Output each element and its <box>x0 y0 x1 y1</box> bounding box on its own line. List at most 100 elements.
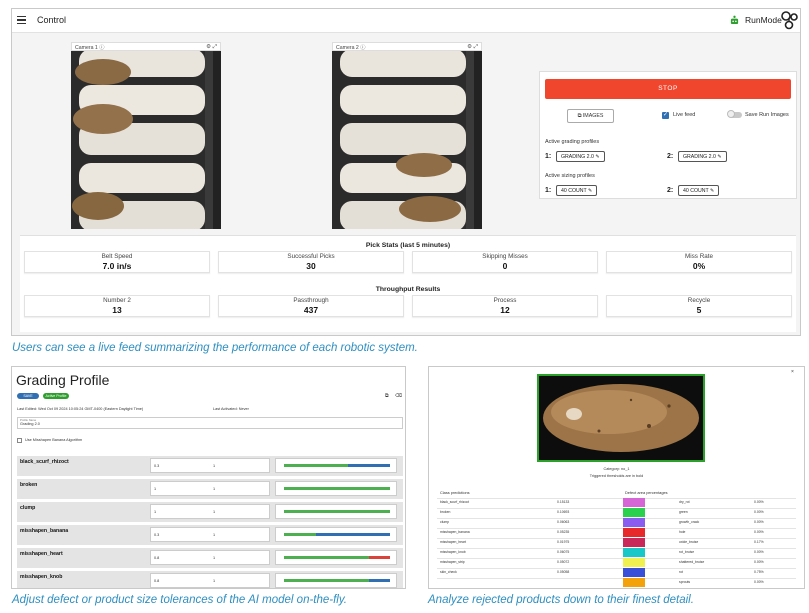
class-score: 0.05235 <box>557 530 570 534</box>
triggered-line: Triggered thresholds are in bold <box>589 474 644 478</box>
stat-skipping-misses: Skipping Misses 0 <box>412 251 598 273</box>
live-feed-label: Live feed <box>673 112 696 118</box>
defect-area-value: 0.00% <box>754 520 764 524</box>
class-score: 0.06063 <box>557 520 570 524</box>
max-threshold-field[interactable]: 1 <box>210 527 270 542</box>
max-threshold-field[interactable]: 1 <box>210 481 270 496</box>
sizing-slot-2-num: 2: <box>667 187 674 194</box>
max-threshold-field[interactable]: 1 <box>210 504 270 519</box>
defect-area-name: dry_rot <box>679 500 690 504</box>
class-score: 0.15133 <box>557 500 570 504</box>
sizing-heading: Active sizing profiles <box>545 173 595 179</box>
class-name: skin_check <box>440 570 457 574</box>
class-name: misshapen_heart <box>440 540 467 544</box>
defect-row: broken 1 1 <box>17 479 403 499</box>
grading-slot-2-button[interactable]: GRADING 2.0 ✎ <box>678 151 727 162</box>
defect-area-name: rot_bruise <box>679 550 695 554</box>
tolerance-bar-red <box>368 556 390 559</box>
defect-row: misshapen_knob 0.8 1 <box>17 571 403 588</box>
banana-algorithm-label: Use Misshapen Banana Algorithm <box>25 438 83 442</box>
tolerance-bar-green <box>284 464 348 467</box>
stat-number-2: Number 2 13 <box>24 295 210 317</box>
settings-icon[interactable]: ⚙ <box>206 44 211 50</box>
defect-name: clump <box>20 505 36 511</box>
images-button[interactable]: ⧉ IMAGES <box>567 109 614 123</box>
sizing-slot-1-num: 1: <box>545 187 552 194</box>
grading-slot-1-button[interactable]: GRADING 2.0 ✎ <box>556 151 605 162</box>
app-bar: Control RunMode <box>12 9 800 33</box>
class-score: 0.01975 <box>557 540 570 544</box>
settings-icon[interactable]: ⚙ <box>467 44 472 50</box>
grading-profile-title: Grading Profile <box>16 372 110 388</box>
row-divider <box>437 548 796 549</box>
class-predictions-heading: Class predictions <box>440 490 470 495</box>
category-line: Category: no_1 <box>603 467 630 471</box>
max-threshold-value: 1 <box>213 464 216 468</box>
defect-area-value: 0.17% <box>754 540 764 544</box>
defect-color-swatch <box>623 508 645 517</box>
profile-name-field[interactable]: Profile Name Grading 2.0 <box>17 417 403 429</box>
max-threshold-value: 1 <box>213 487 216 491</box>
menu-icon[interactable] <box>17 16 26 25</box>
defect-color-swatch <box>623 568 645 577</box>
tolerance-bar <box>284 487 390 490</box>
class-score: 0.05058 <box>557 570 570 574</box>
delete-icon[interactable]: ⌫ <box>395 393 402 399</box>
control-panel: Control RunMode Camera 1 ⓘ ⚙ ⤢ Camera 2 … <box>11 8 801 336</box>
defect-area-heading: Defect area percentages <box>625 490 668 495</box>
defect-row: black_scurf_rhizoct 0.3 1 <box>17 456 403 476</box>
defect-area-value: 0.00% <box>754 530 764 534</box>
expand-icon[interactable]: ⤢ <box>474 44 478 50</box>
camera-2-feed <box>332 51 482 229</box>
class-name: black_scurf_rhizoct <box>440 500 470 504</box>
stat-process: Process 12 <box>412 295 598 317</box>
defect-color-swatch <box>623 578 645 587</box>
active-profile-button[interactable]: Active Profile <box>43 393 69 399</box>
min-threshold-value: 0.8 <box>154 579 160 583</box>
grading-slot-2-num: 2: <box>667 153 674 160</box>
banana-algorithm-checkbox[interactable] <box>17 438 22 443</box>
defect-color-swatch <box>623 558 645 567</box>
defect-area-value: 0.00% <box>754 500 764 504</box>
min-threshold-value: 1 <box>154 510 157 514</box>
class-name: misshapen_banana <box>440 530 470 534</box>
tolerance-bar <box>284 464 390 467</box>
run-mode-label[interactable]: RunMode <box>745 15 782 25</box>
expand-icon[interactable]: ⤢ <box>213 44 217 50</box>
stat-successful-picks: Successful Picks 30 <box>218 251 404 273</box>
defect-color-swatch <box>623 498 645 507</box>
close-icon[interactable]: × <box>791 369 794 375</box>
stop-button[interactable]: STOP <box>545 79 791 99</box>
defect-area-value: 0.00% <box>754 510 764 514</box>
defect-name: misshapen_knob <box>20 574 63 580</box>
defect-area-value: 0.00% <box>754 580 764 584</box>
tolerance-bar-green <box>284 487 390 490</box>
copy-icon[interactable]: ⧉ <box>385 393 389 399</box>
row-divider <box>437 518 796 519</box>
row-divider <box>437 528 796 529</box>
stats-card: Pick Stats (last 5 minutes) Belt Speed 7.… <box>20 235 796 332</box>
rejected-product-image <box>537 374 705 462</box>
pick-stats-title: Pick Stats (last 5 minutes) <box>365 242 451 249</box>
defect-area-name: oxide_bruise <box>679 540 699 544</box>
caption-top: Users can see a live feed summarizing th… <box>12 342 418 354</box>
max-threshold-field[interactable]: 1 <box>210 550 270 565</box>
row-divider <box>437 578 796 579</box>
save-button[interactable]: SAVE <box>17 393 39 399</box>
tolerance-bar <box>284 579 390 582</box>
grading-slot-1-num: 1: <box>545 153 552 160</box>
sizing-slot-2-button[interactable]: 40 COUNT ✎ <box>678 185 720 196</box>
tolerance-bar-green <box>284 556 369 559</box>
max-threshold-field[interactable]: 1 <box>210 458 270 473</box>
class-score: 0.06075 <box>557 550 570 554</box>
logo-icon <box>781 11 798 30</box>
sizing-slot-1-button[interactable]: 40 COUNT ✎ <box>556 185 598 196</box>
row-divider <box>437 508 796 509</box>
max-threshold-field[interactable]: 1 <box>210 573 270 588</box>
class-score: 0.05072 <box>557 560 570 564</box>
min-threshold-value: 0.3 <box>154 464 160 468</box>
live-feed-checkbox[interactable]: ✓ <box>662 112 669 119</box>
defect-area-name: rot <box>679 570 683 574</box>
class-name: misshapen_knob <box>440 550 466 554</box>
toggle-knob[interactable] <box>727 110 735 118</box>
